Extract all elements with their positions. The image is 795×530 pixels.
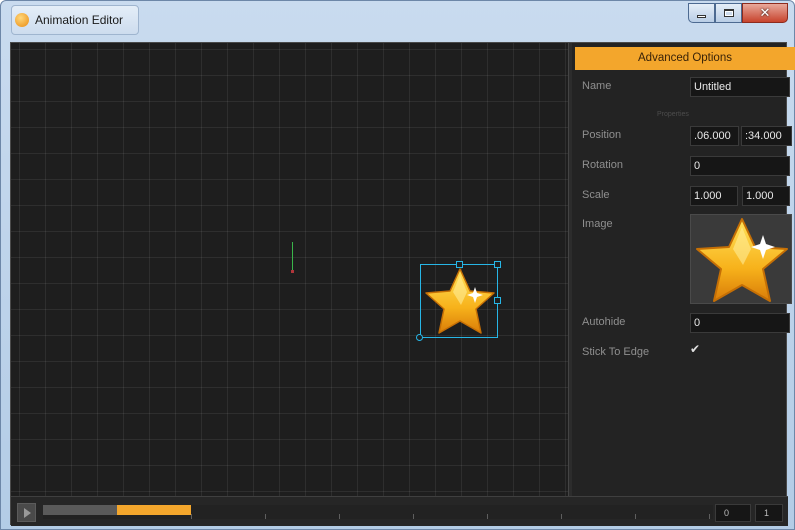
resize-handle-top[interactable]: [456, 261, 463, 268]
advanced-options-button[interactable]: Advanced Options: [575, 47, 795, 70]
stick-to-edge-checkbox[interactable]: ✔: [690, 342, 700, 356]
origin-point: [291, 270, 294, 273]
timeline-tick: [635, 514, 636, 519]
minimize-icon: [697, 14, 706, 18]
maximize-icon: [723, 9, 734, 17]
rotation-label: Rotation: [582, 159, 623, 171]
timeline-tick: [487, 514, 488, 519]
selected-sprite[interactable]: [416, 261, 501, 341]
position-y-field[interactable]: :34.000: [741, 126, 792, 146]
properties-section-label: Properties: [657, 111, 689, 118]
autohide-label: Autohide: [582, 316, 626, 328]
window-title: Animation Editor: [35, 13, 124, 27]
timeline-tick: [265, 514, 266, 519]
stick-to-edge-label: Stick To Edge: [582, 346, 650, 358]
play-button[interactable]: [17, 503, 36, 522]
timeline-tick: [413, 514, 414, 519]
resize-handle-top-right[interactable]: [494, 261, 501, 268]
scale-label: Scale: [582, 189, 610, 201]
frame-count-field[interactable]: 1: [755, 504, 783, 522]
app-window: Animation Editor ✕ Advanced Options Name…: [0, 0, 795, 530]
timeline-range: [43, 505, 117, 515]
properties-panel: Advanced Options Name Untitled Propertie…: [572, 43, 795, 496]
star-image-icon: [696, 218, 788, 302]
timeline-tick: [191, 514, 192, 519]
position-x-field[interactable]: .06.000: [690, 126, 739, 146]
image-picker[interactable]: [690, 214, 792, 304]
scale-x-field[interactable]: 1.000: [690, 186, 738, 206]
name-field[interactable]: Untitled: [690, 77, 790, 97]
close-icon: ✕: [759, 5, 771, 20]
window-controls: ✕: [688, 3, 788, 23]
origin-y-axis: [292, 242, 293, 272]
timeline-bar: 0 1: [11, 496, 788, 526]
title-bar[interactable]: Animation Editor ✕: [1, 1, 794, 41]
timeline-tick: [709, 514, 710, 519]
timeline-tick: [339, 514, 340, 519]
minimize-button[interactable]: [688, 3, 715, 23]
name-label: Name: [582, 80, 612, 92]
editor-client-area: Advanced Options Name Untitled Propertie…: [10, 42, 795, 526]
close-button[interactable]: ✕: [742, 3, 788, 23]
timeline-tick: [561, 514, 562, 519]
image-label: Image: [582, 218, 613, 230]
rotate-handle[interactable]: [416, 334, 423, 341]
timeline-playhead[interactable]: [117, 505, 191, 515]
timeline-track[interactable]: [43, 505, 713, 519]
rotation-field[interactable]: 0: [690, 156, 790, 176]
position-label: Position: [582, 129, 622, 141]
scene-canvas[interactable]: [11, 43, 568, 496]
maximize-button[interactable]: [715, 3, 742, 23]
scale-y-field[interactable]: 1.000: [742, 186, 790, 206]
autohide-field[interactable]: 0: [690, 313, 790, 333]
app-icon: [15, 13, 29, 27]
resize-handle-right[interactable]: [494, 297, 501, 304]
star-sprite: [425, 268, 495, 334]
current-frame-field[interactable]: 0: [715, 504, 751, 522]
